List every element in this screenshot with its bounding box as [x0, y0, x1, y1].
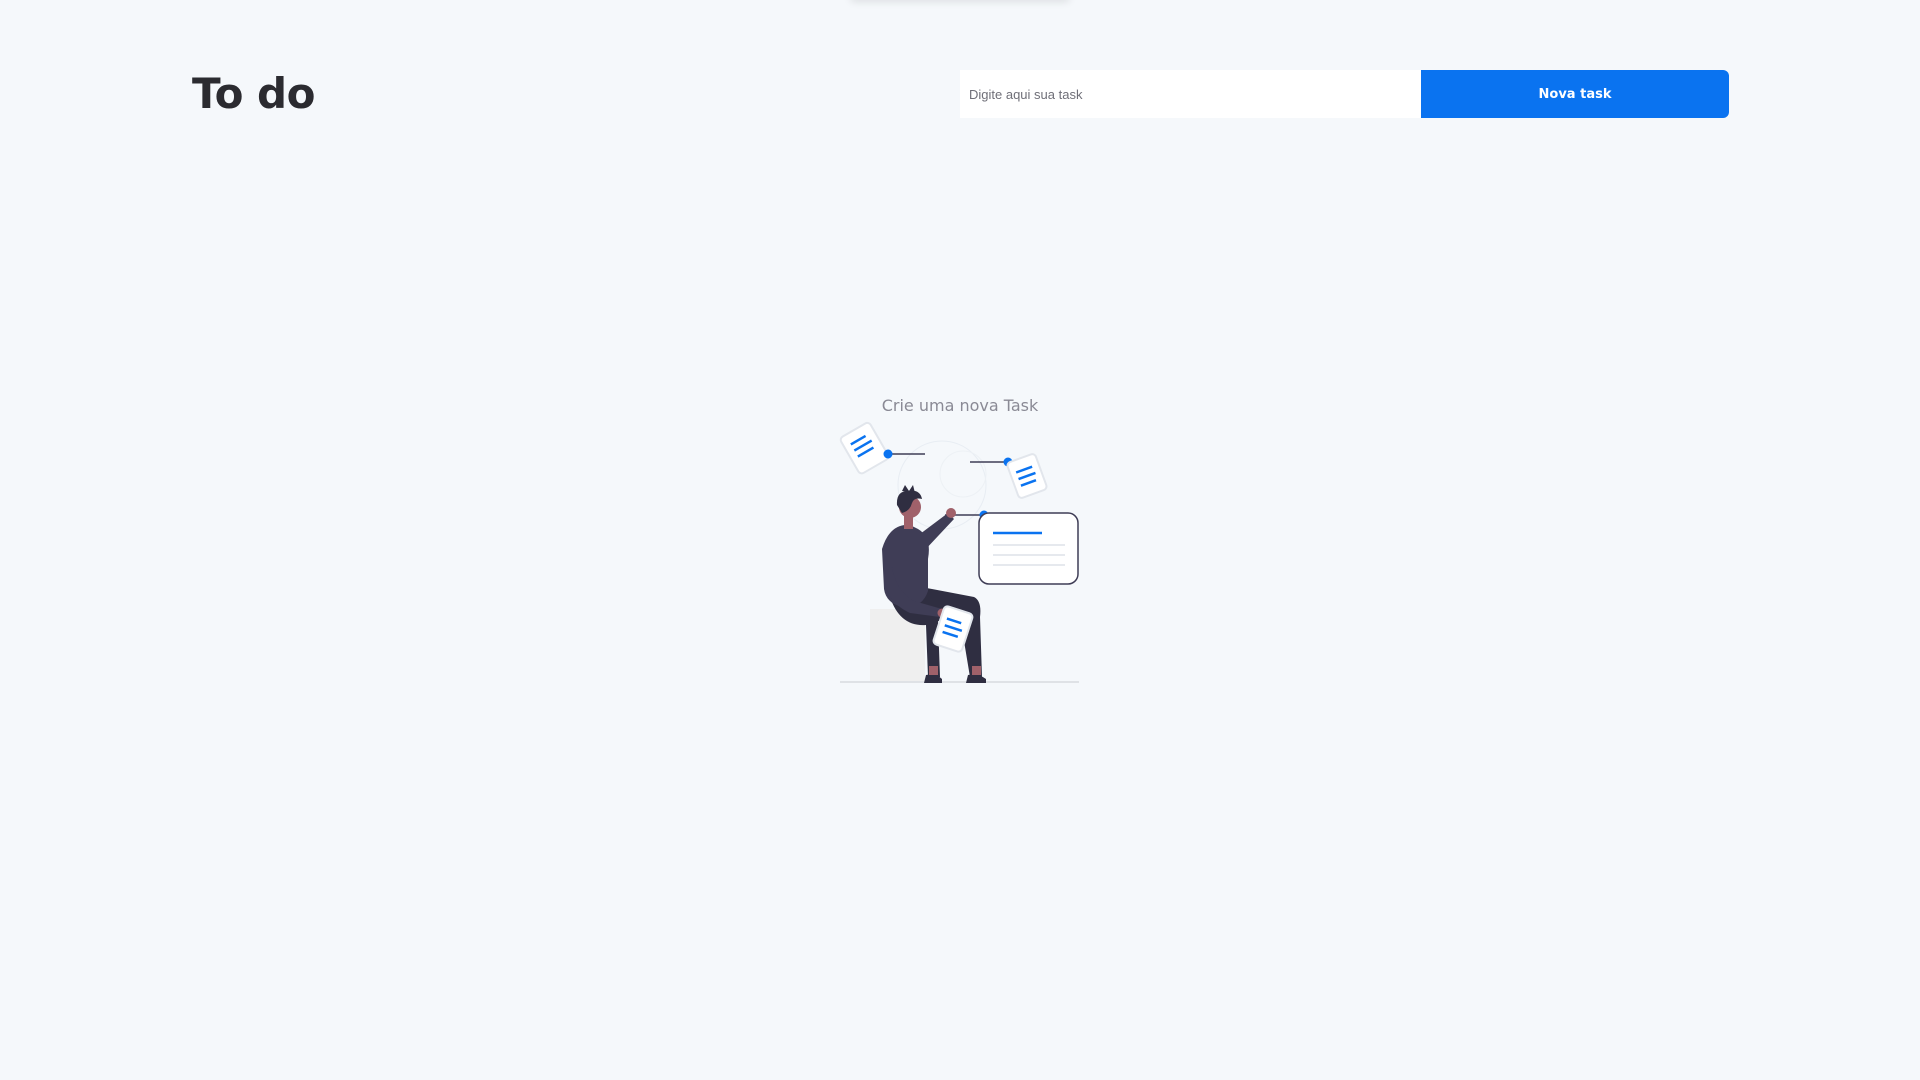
empty-state-illustration [839, 421, 1079, 683]
page-header: To do Nova task [192, 62, 1729, 126]
task-input[interactable] [960, 70, 1421, 118]
background-circle-small [939, 450, 987, 498]
empty-state-message: Crie uma nova Task [881, 396, 1039, 415]
page-title: To do [192, 69, 315, 118]
empty-task-list: Crie uma nova Task [830, 395, 1090, 685]
floating-document-left-icon [839, 421, 890, 475]
floating-document-right-icon [1006, 453, 1048, 499]
task-card [978, 512, 1079, 585]
new-task-button[interactable]: Nova task [1421, 70, 1729, 118]
todo-page: To do Nova task Crie uma nova Task [0, 0, 1920, 1080]
connector-dot-left [883, 449, 893, 459]
new-task-form: Nova task [960, 70, 1729, 118]
